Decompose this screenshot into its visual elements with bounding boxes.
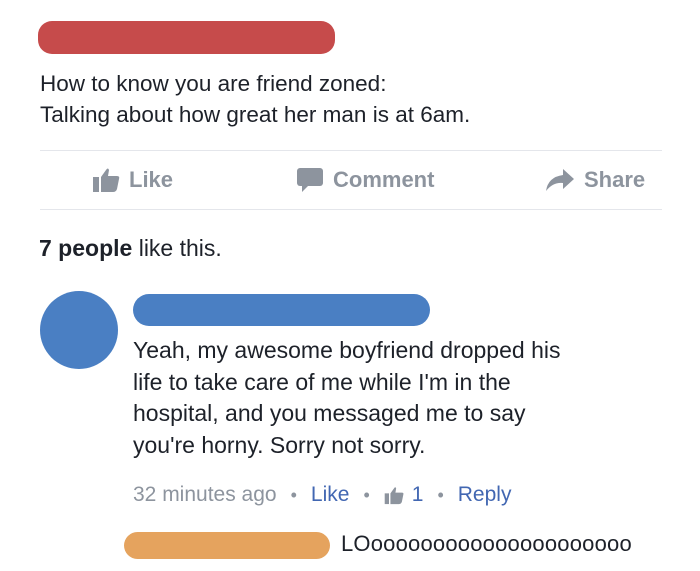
- separator-dot: •: [437, 484, 444, 505]
- speech-bubble-icon: [297, 168, 323, 192]
- likes-summary[interactable]: 7 people like this.: [39, 235, 222, 262]
- comment-text: Yeah, my awesome boyfriend dropped his l…: [133, 335, 673, 461]
- share-arrow-icon: [546, 169, 574, 191]
- post-text-line: Talking about how great her man is at 6a…: [40, 102, 471, 127]
- comment-label: Comment: [333, 167, 435, 192]
- comment-button[interactable]: Comment: [296, 154, 434, 206]
- post-text: How to know you are friend zoned: Talkin…: [40, 68, 680, 130]
- thumbs-up-icon: [384, 486, 404, 504]
- post-action-bar: Like Comment Share: [40, 154, 662, 206]
- likes-suffix: like this.: [138, 235, 222, 261]
- comment-text-line: you're horny. Sorry not sorry.: [133, 431, 426, 458]
- like-button[interactable]: Like: [92, 154, 173, 206]
- reply-link[interactable]: Reply: [458, 483, 512, 507]
- comment-author-redacted: [133, 294, 430, 326]
- comment-like-link[interactable]: Like: [311, 483, 350, 507]
- like-count-value: 1: [411, 483, 424, 506]
- comment-text-line: hospital, and you messaged me to say: [133, 400, 526, 426]
- divider: [40, 209, 662, 210]
- divider: [40, 150, 662, 151]
- likes-count[interactable]: 7 people: [39, 235, 132, 261]
- post-author-redacted: [38, 21, 335, 54]
- separator-dot: •: [363, 484, 370, 505]
- separator-dot: •: [290, 484, 297, 505]
- comment-timestamp[interactable]: 32 minutes ago: [133, 483, 277, 507]
- share-label: Share: [584, 167, 646, 192]
- reply-author-redacted: [124, 532, 330, 559]
- reply-text: LOooooooooooooooooooooo: [341, 531, 632, 556]
- comment-meta: 32 minutes ago • Like • 1 • Reply: [133, 480, 511, 510]
- share-button[interactable]: Share: [545, 154, 645, 206]
- comment-text-line: life to take care of me while I'm in the: [133, 368, 511, 395]
- thumbs-up-icon: [93, 168, 120, 192]
- avatar[interactable]: [40, 291, 118, 369]
- like-label: Like: [129, 167, 174, 192]
- comment-text-line: Yeah, my awesome boyfriend dropped his: [133, 337, 561, 363]
- post-text-line: How to know you are friend zoned:: [40, 71, 387, 96]
- comment-like-count[interactable]: 1: [384, 483, 424, 507]
